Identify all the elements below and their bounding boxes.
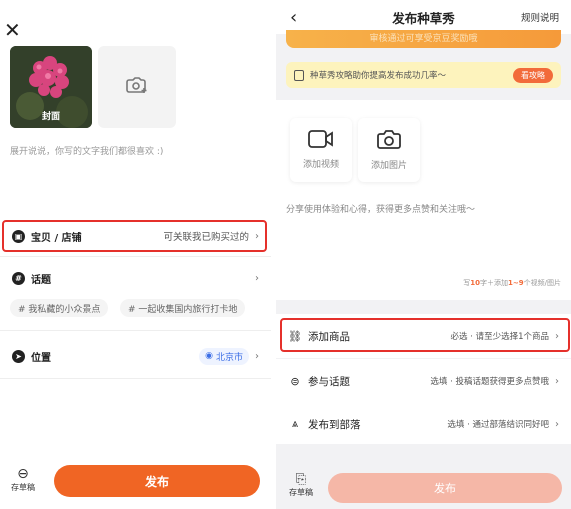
- chevron-right-icon: ›: [555, 375, 559, 387]
- draft-button[interactable]: ⎘ 存草稿: [286, 472, 316, 498]
- tribe-label: 发布到部落: [308, 418, 361, 431]
- video-icon: [308, 130, 334, 151]
- text-input[interactable]: 展开说说，你写的文字我们都很喜欢 :): [10, 144, 163, 157]
- location-icon: ➤: [12, 349, 25, 363]
- topic-row[interactable]: # 话题 ›: [0, 266, 271, 290]
- draft-icon: ⎘: [295, 472, 307, 487]
- cover-image[interactable]: 封面: [10, 46, 92, 128]
- camera-icon: [377, 129, 401, 152]
- topic-icon: ⊜: [290, 374, 300, 388]
- text-input[interactable]: 分享使用体验和心得，获得更多点赞和关注哦～: [286, 202, 475, 215]
- add-image-label: 添加图片: [370, 161, 407, 171]
- location-badge[interactable]: ◉ 北京市: [199, 347, 249, 365]
- draft-icon: ⊖: [17, 466, 29, 482]
- divider: [0, 330, 271, 331]
- camera-plus-icon: [126, 75, 148, 99]
- publish-button[interactable]: 发布: [54, 465, 260, 497]
- left-screen: ✕ 封面 展开说说，你写的文字我们都很喜欢 :) ▣ 宝贝 / 店铺 可关联我已…: [0, 0, 271, 509]
- draft-label: 存草稿: [289, 488, 313, 497]
- hash-icon: #: [12, 271, 25, 285]
- draft-label: 存草稿: [11, 483, 35, 492]
- counter: 写10字＋添加1~9个视频/图片: [463, 279, 561, 287]
- chevron-right-icon: ›: [555, 418, 559, 430]
- add-video-button[interactable]: 添加视频: [290, 118, 352, 182]
- topic-hint: 选填 · 投稿话题获得更多点赞哦: [430, 377, 549, 387]
- right-screen: ‹ 发布种草秀 规则说明 审核通过可享受京豆奖励哦 种草秀攻略助你提高发布成功几…: [276, 0, 571, 509]
- book-icon: [294, 69, 304, 81]
- highlight-box: [280, 318, 570, 352]
- pin-icon: ◉: [205, 351, 213, 361]
- topic-row[interactable]: ⊜ 参与话题 选填 · 投稿话题获得更多点赞哦 ›: [276, 359, 571, 403]
- tribe-icon: ⩓: [291, 417, 299, 430]
- location-row[interactable]: ➤ 位置 ◉ 北京市 ›: [0, 344, 271, 368]
- divider: [0, 378, 271, 379]
- chevron-right-icon: ›: [255, 350, 259, 362]
- divider: [0, 256, 271, 257]
- location-row-title: 位置: [31, 352, 51, 364]
- cover-label: 封面: [41, 112, 60, 122]
- topic-chip[interactable]: # 一起收集国内旅行打卡地: [120, 299, 246, 317]
- topic-label: 参与话题: [308, 375, 350, 388]
- add-photo-button[interactable]: [98, 46, 176, 128]
- tip-text: 种草秀攻略助你提高发布成功几率～: [310, 71, 447, 81]
- add-video-label: 添加视频: [302, 160, 339, 170]
- upload-card: 添加视频 添加图片 分享使用体验和心得，获得更多点赞和关注哦～ 写10字＋添加1…: [276, 100, 571, 300]
- close-icon[interactable]: ✕: [4, 20, 21, 40]
- topic-row-title: 话题: [31, 274, 51, 286]
- draft-button[interactable]: ⊖ 存草稿: [8, 466, 38, 493]
- rules-link[interactable]: 规则说明: [521, 10, 559, 24]
- topic-chip[interactable]: # 我私藏的小众景点: [10, 299, 109, 317]
- reward-banner: 审核通过可享受京豆奖励哦: [286, 30, 561, 48]
- location-value: 北京市: [215, 352, 243, 363]
- add-image-button[interactable]: 添加图片: [358, 118, 420, 182]
- tribe-hint: 选填 · 通过部落结识同好吧: [447, 420, 549, 430]
- chevron-right-icon: ›: [255, 272, 259, 284]
- highlight-box: [2, 220, 267, 252]
- guide-button[interactable]: 看攻略: [513, 67, 553, 83]
- nav-bar: ‹ 发布种草秀 规则说明: [276, 0, 571, 34]
- tribe-row[interactable]: ⩓ 发布到部落 选填 · 通过部落结识同好吧 ›: [276, 402, 571, 446]
- tip-bar: 种草秀攻略助你提高发布成功几率～ 看攻略: [286, 62, 561, 88]
- publish-button[interactable]: 发布: [328, 473, 562, 503]
